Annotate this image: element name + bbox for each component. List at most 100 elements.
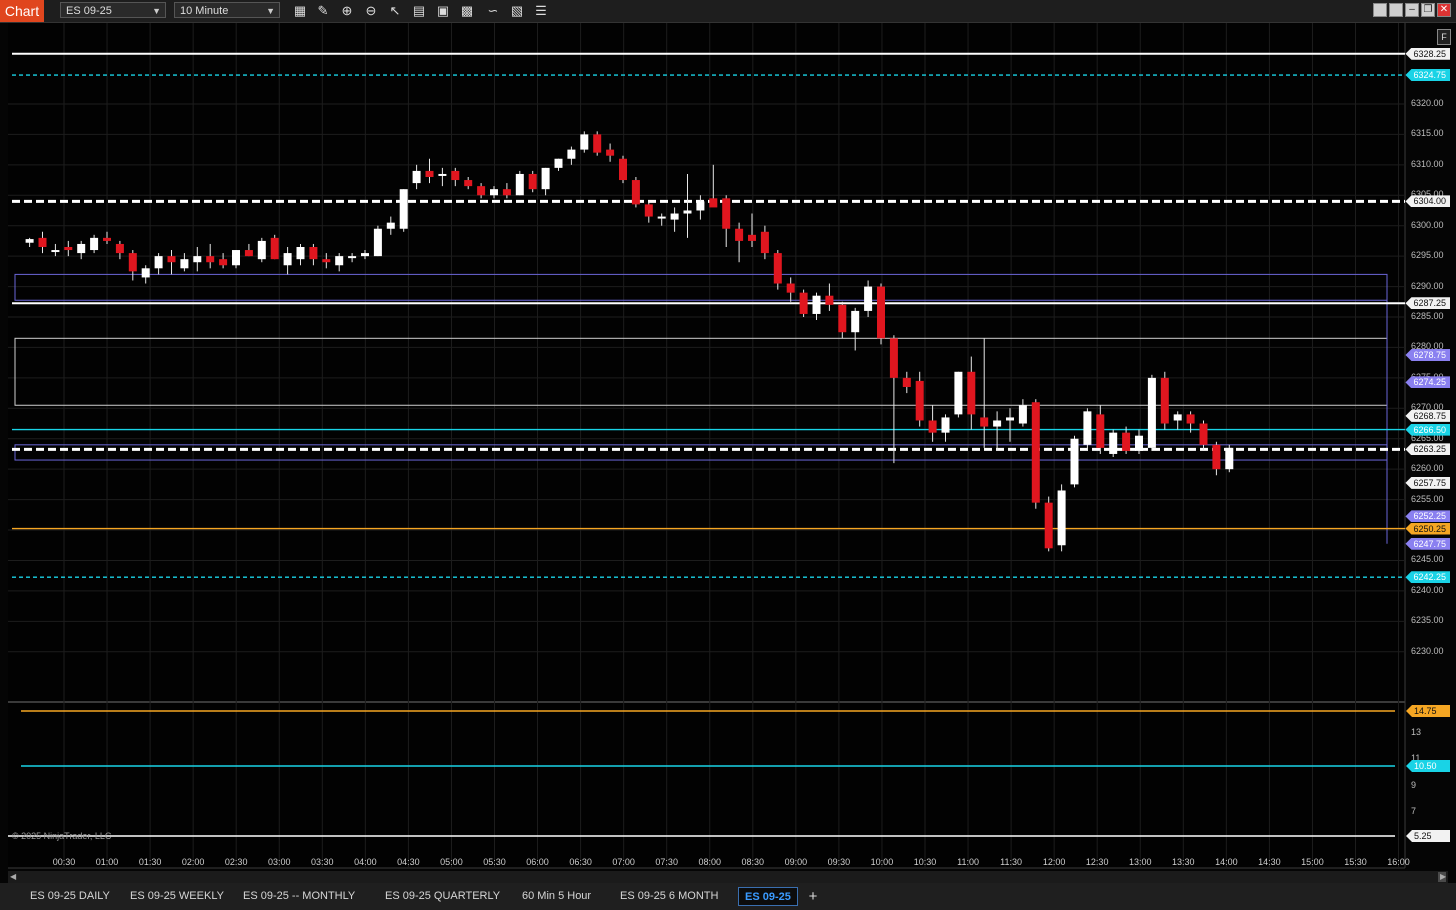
zoom-in-icon[interactable]: ⊕ <box>338 2 356 20</box>
f-button[interactable]: F <box>1437 29 1451 45</box>
zoom-out-icon[interactable]: ⊖ <box>362 2 380 20</box>
price-level-label: 6263.25 <box>1405 443 1450 456</box>
interval-selector[interactable]: 10 Minute ▼ <box>174 2 280 18</box>
time-tick: 08:30 <box>741 857 765 867</box>
time-tick: 09:00 <box>784 857 808 867</box>
time-tick: 06:30 <box>569 857 592 867</box>
tab-es-active[interactable]: ES 09-25 <box>738 887 798 906</box>
candle-body <box>167 256 176 263</box>
indicator-tick: 9 <box>1411 780 1417 790</box>
price-level-label: 6257.75 <box>1405 476 1450 489</box>
candle-body <box>438 173 447 176</box>
tab-60min-5hour[interactable]: 60 Min 5 Hour <box>516 887 597 906</box>
drawing-pencil-icon[interactable]: ✎ <box>314 2 332 20</box>
candle-body <box>64 247 73 251</box>
candle-body <box>193 256 202 263</box>
candle-body <box>1044 502 1053 549</box>
candle-body <box>722 198 731 229</box>
candle-body <box>567 149 576 159</box>
tab-weekly[interactable]: ES 09-25 WEEKLY <box>124 887 230 906</box>
candle-body <box>180 259 189 269</box>
time-tick: 12:30 <box>1085 857 1109 867</box>
app-title: Chart <box>0 0 44 22</box>
candle-body <box>541 167 550 190</box>
candle-body <box>232 250 240 266</box>
candle-body <box>1122 432 1131 451</box>
time-tick: 14:00 <box>1215 857 1238 867</box>
price-level-label: 6274.25 <box>1405 376 1450 389</box>
candle-body <box>283 253 292 266</box>
time-tick: 13:30 <box>1172 857 1195 867</box>
close-icon[interactable]: ✕ <box>1437 3 1451 17</box>
list-icon[interactable]: ☰ <box>532 2 550 20</box>
templates-icon[interactable]: ▧ <box>508 2 526 20</box>
candle-body <box>51 250 60 253</box>
candle-body <box>257 240 266 260</box>
horizontal-scrollbar[interactable]: ◀ ▶ <box>8 871 1448 883</box>
scroll-right-icon[interactable]: ▶ <box>1440 871 1446 883</box>
candle-body <box>825 295 834 305</box>
time-tick: 15:30 <box>1344 857 1367 867</box>
tile-icon[interactable] <box>1373 3 1387 17</box>
time-tick: 09:30 <box>827 857 851 867</box>
indicator-level-label: 10.50 <box>1406 760 1450 772</box>
candle-body <box>1057 490 1066 546</box>
tab-quarterly[interactable]: ES 09-25 QUARTERLY <box>379 887 506 906</box>
scroll-left-icon[interactable]: ◀ <box>10 871 16 883</box>
candle-body <box>799 292 808 314</box>
time-tick: 05:00 <box>440 857 463 867</box>
indicator-tick: 7 <box>1411 806 1417 816</box>
candle-body <box>554 158 563 168</box>
time-tick: 08:00 <box>698 857 722 867</box>
candle-body <box>1135 435 1143 451</box>
price-chart[interactable] <box>0 23 1456 871</box>
candle-body <box>735 228 744 241</box>
tab-6-month[interactable]: ES 09-25 6 MONTH <box>614 887 724 906</box>
candle-body <box>464 180 473 187</box>
time-tick: 03:00 <box>267 857 291 867</box>
add-tab-button[interactable]: + <box>806 887 820 906</box>
candle-body <box>490 189 498 196</box>
minimize-icon[interactable]: – <box>1405 3 1419 17</box>
price-tick: 6255.00 <box>1411 493 1444 504</box>
tab-daily[interactable]: ES 09-25 DAILY <box>24 887 116 906</box>
properties-icon[interactable]: ▣ <box>434 2 452 20</box>
price-tick: 6290.00 <box>1411 280 1444 291</box>
candle-body <box>244 250 253 257</box>
candle-body <box>696 201 705 211</box>
instrument-selector[interactable]: ES 09-25 ▼ <box>60 2 166 18</box>
price-tick: 6235.00 <box>1411 615 1444 626</box>
candle-body <box>954 371 963 415</box>
tile-icon-2[interactable] <box>1389 3 1403 17</box>
candle-body <box>25 239 34 243</box>
data-box-icon[interactable]: ▤ <box>410 2 428 20</box>
candle-body <box>335 256 344 266</box>
candle-body <box>709 198 718 208</box>
pointer-icon[interactable]: ↖ <box>386 2 404 20</box>
candle-body <box>1173 414 1182 421</box>
candle-body <box>993 420 1002 427</box>
candle-body <box>773 253 782 284</box>
chevron-down-icon: ▼ <box>152 6 161 16</box>
candle-body <box>219 259 228 266</box>
candle-body <box>889 338 898 378</box>
candle-body <box>631 180 640 205</box>
indicators-icon[interactable]: ∽ <box>484 2 502 20</box>
candle-body <box>748 234 756 241</box>
price-tick: 6300.00 <box>1411 219 1444 230</box>
tab-monthly[interactable]: ES 09-25 -- MONTHLY <box>237 887 361 906</box>
candle-body <box>1160 377 1169 424</box>
indicator-level-label: 14.75 <box>1406 705 1450 717</box>
bars-type-icon[interactable]: ▦ <box>291 2 309 20</box>
candle-body <box>838 304 847 333</box>
price-level-label: 6324.75 <box>1405 69 1450 82</box>
price-level-label: 6252.25 <box>1405 510 1450 523</box>
candle-body <box>477 186 486 196</box>
time-tick: 12:00 <box>1042 857 1066 867</box>
candle-body <box>103 237 111 241</box>
time-tick: 10:00 <box>870 857 894 867</box>
strategies-icon[interactable]: ▩ <box>458 2 476 20</box>
restore-icon[interactable]: ❐ <box>1421 3 1435 17</box>
candle-body <box>580 134 589 150</box>
candle-body <box>77 243 86 254</box>
